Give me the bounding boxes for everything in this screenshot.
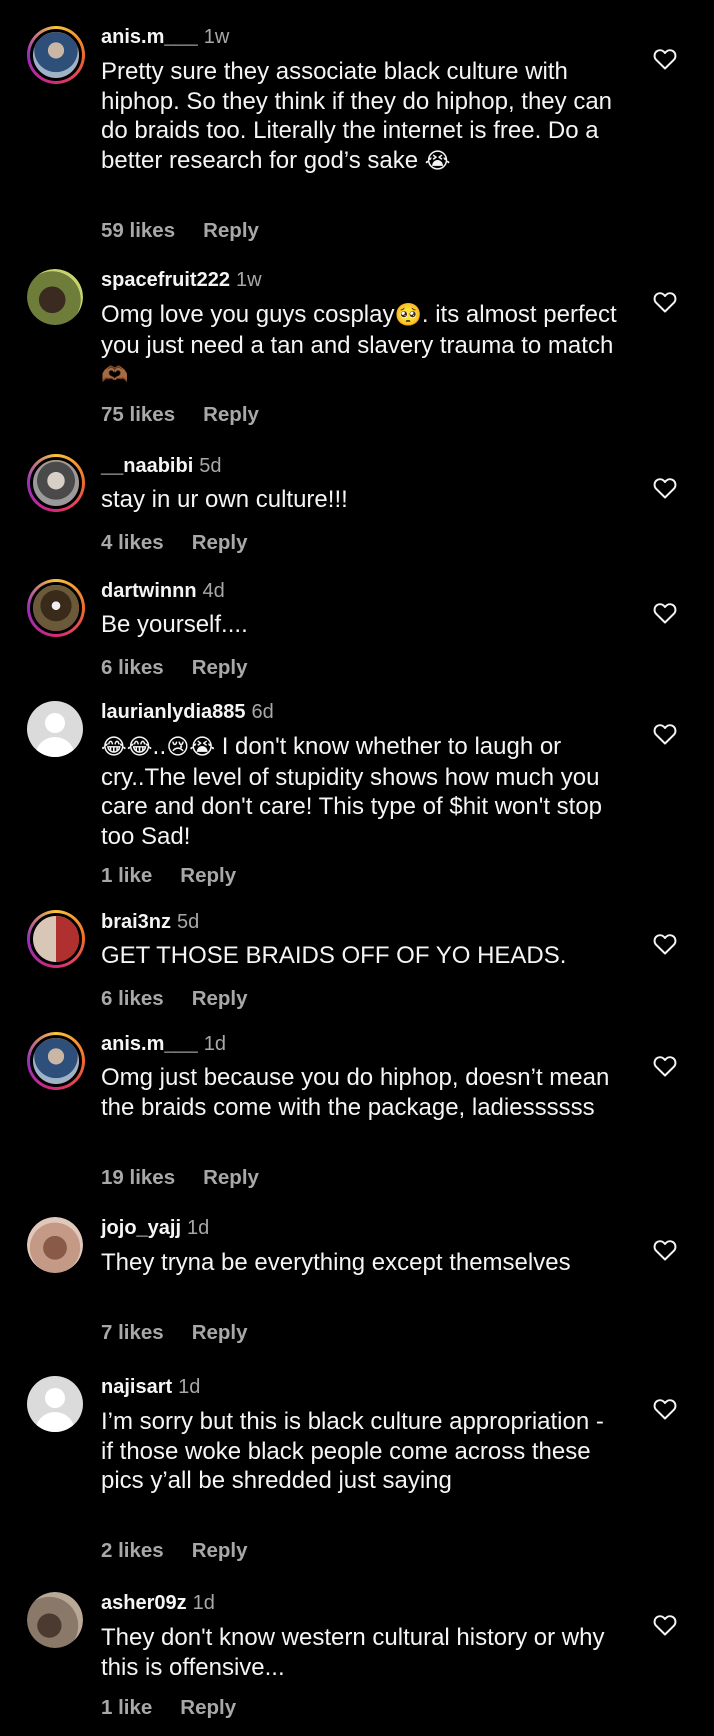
comment-text: stay in ur own culture!!! bbox=[101, 486, 348, 513]
comment-text: They don't know western cultural history… bbox=[101, 1624, 605, 1681]
username[interactable]: __naabibi bbox=[101, 455, 193, 477]
reply-button[interactable]: Reply bbox=[192, 656, 248, 679]
reply-button[interactable]: Reply bbox=[203, 219, 259, 242]
loudly-crying-emoji: 😭 bbox=[424, 148, 451, 174]
avatar[interactable] bbox=[27, 579, 85, 637]
username[interactable]: laurianlydia885 bbox=[101, 701, 246, 723]
username[interactable]: jojo_yajj bbox=[101, 1217, 181, 1239]
avatar[interactable] bbox=[27, 1592, 83, 1648]
timestamp: 1d bbox=[203, 1033, 226, 1055]
comment-text: Omg just because you do hiphop, doesn’t … bbox=[101, 1064, 610, 1121]
reply-button[interactable]: Reply bbox=[192, 1539, 248, 1562]
emoji-sequence: 😂😂..😢😭 bbox=[101, 735, 216, 760]
likes-count[interactable]: 75 likes bbox=[101, 403, 175, 426]
comment-text: 😂😂..😢😭 I don't know whether to laugh or … bbox=[101, 733, 603, 850]
avatar[interactable] bbox=[27, 454, 85, 512]
likes-count[interactable]: 4 likes bbox=[101, 531, 164, 554]
heart-icon[interactable] bbox=[653, 1614, 677, 1636]
reply-button[interactable]: Reply bbox=[192, 1321, 248, 1344]
reply-button[interactable]: Reply bbox=[192, 987, 248, 1010]
username[interactable]: dartwinnn bbox=[101, 580, 197, 602]
likes-count[interactable]: 1 like bbox=[101, 1696, 152, 1719]
reply-button[interactable]: Reply bbox=[180, 1696, 236, 1719]
timestamp: 1d bbox=[187, 1217, 210, 1239]
heart-icon[interactable] bbox=[653, 1055, 677, 1077]
likes-count[interactable]: 6 likes bbox=[101, 656, 164, 679]
timestamp: 1d bbox=[178, 1376, 201, 1398]
avatar[interactable] bbox=[27, 26, 85, 84]
comment-text: Pretty sure they associate black culture… bbox=[101, 58, 613, 174]
default-avatar-icon[interactable] bbox=[27, 1376, 83, 1432]
heart-icon[interactable] bbox=[653, 48, 677, 70]
comment-text: I’m sorry but this is black culture appr… bbox=[101, 1408, 604, 1494]
avatar[interactable] bbox=[27, 1217, 83, 1273]
timestamp: 1d bbox=[192, 1592, 215, 1614]
comment-text: Be yourself.... bbox=[101, 611, 248, 638]
username[interactable]: asher09z bbox=[101, 1592, 187, 1614]
default-avatar-icon[interactable] bbox=[27, 701, 83, 757]
comment-text: GET THOSE BRAIDS OFF OF YO HEADS. bbox=[101, 942, 567, 969]
likes-count[interactable]: 59 likes bbox=[101, 219, 175, 242]
heart-icon[interactable] bbox=[653, 723, 677, 745]
comment-text: Omg love you guys cosplay🥺. its almost p… bbox=[101, 301, 617, 388]
heart-icon[interactable] bbox=[653, 291, 677, 313]
pleading-face-emoji: 🥺 bbox=[394, 303, 422, 328]
avatar[interactable] bbox=[27, 1032, 85, 1090]
username[interactable]: anis.m___ bbox=[101, 1033, 198, 1055]
likes-count[interactable]: 7 likes bbox=[101, 1321, 164, 1344]
heart-icon[interactable] bbox=[653, 1398, 677, 1420]
heart-hands-emoji: 🫶🏾 bbox=[101, 363, 129, 388]
avatar[interactable] bbox=[27, 269, 83, 325]
username[interactable]: najisart bbox=[101, 1376, 172, 1398]
avatar[interactable] bbox=[27, 910, 85, 968]
timestamp: 5d bbox=[199, 455, 222, 477]
reply-button[interactable]: Reply bbox=[203, 1166, 259, 1189]
likes-count[interactable]: 19 likes bbox=[101, 1166, 175, 1189]
comment-text: They tryna be everything except themselv… bbox=[101, 1249, 571, 1276]
timestamp: 1w bbox=[235, 269, 262, 291]
username[interactable]: brai3nz bbox=[101, 911, 171, 933]
heart-icon[interactable] bbox=[653, 602, 677, 624]
likes-count[interactable]: 6 likes bbox=[101, 987, 164, 1010]
likes-count[interactable]: 1 like bbox=[101, 864, 152, 887]
heart-icon[interactable] bbox=[653, 933, 677, 955]
reply-button[interactable]: Reply bbox=[180, 864, 236, 887]
timestamp: 1w bbox=[203, 26, 230, 48]
heart-icon[interactable] bbox=[653, 477, 677, 499]
likes-count[interactable]: 2 likes bbox=[101, 1539, 164, 1562]
timestamp: 5d bbox=[177, 911, 200, 933]
reply-button[interactable]: Reply bbox=[203, 403, 259, 426]
username[interactable]: spacefruit222 bbox=[101, 269, 230, 291]
username[interactable]: anis.m___ bbox=[101, 26, 198, 48]
timestamp: 6d bbox=[251, 701, 274, 723]
timestamp: 4d bbox=[202, 580, 225, 602]
reply-button[interactable]: Reply bbox=[192, 531, 248, 554]
heart-icon[interactable] bbox=[653, 1239, 677, 1261]
